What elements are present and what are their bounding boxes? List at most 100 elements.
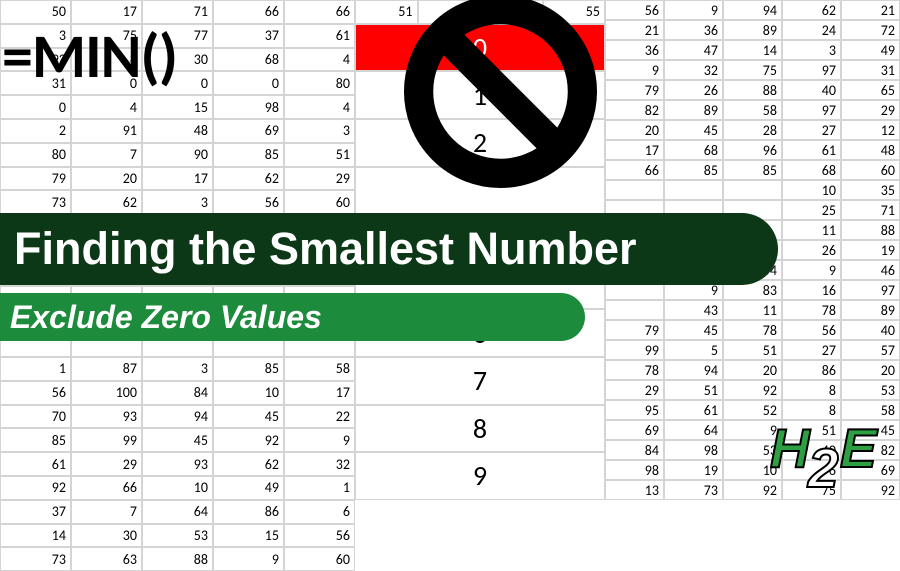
cell[interactable]: 7	[71, 500, 142, 524]
cell[interactable]: 61	[284, 24, 355, 48]
cell[interactable]: 75	[723, 60, 782, 80]
cell[interactable]: 70	[0, 405, 71, 429]
cell[interactable]: 66	[71, 476, 142, 500]
cell[interactable]: 56	[284, 524, 355, 548]
cell[interactable]: 21	[841, 0, 900, 20]
cell[interactable]: 17	[142, 167, 213, 191]
cell[interactable]: 40	[782, 80, 841, 100]
cell[interactable]: 79	[605, 320, 664, 340]
cell[interactable]: 40	[841, 320, 900, 340]
cell[interactable]: 82	[605, 100, 664, 120]
cell[interactable]: 11	[782, 220, 841, 240]
cell[interactable]: 16	[782, 280, 841, 300]
cell[interactable]: 29	[605, 380, 664, 400]
cell[interactable]: 56	[782, 320, 841, 340]
cell[interactable]: 26	[664, 80, 723, 100]
cell[interactable]: 58	[284, 357, 355, 381]
cell[interactable]: 10	[142, 476, 213, 500]
large-cell[interactable]: 8	[355, 405, 605, 453]
cell[interactable]: 9	[782, 260, 841, 280]
cell[interactable]: 68	[664, 140, 723, 160]
cell[interactable]: 97	[782, 60, 841, 80]
cell[interactable]: 9	[664, 0, 723, 20]
cell[interactable]: 66	[213, 0, 284, 24]
cell[interactable]: 53	[841, 380, 900, 400]
cell[interactable]: 0	[213, 71, 284, 95]
cell[interactable]: 53	[142, 524, 213, 548]
cell[interactable]: 100	[71, 381, 142, 405]
cell[interactable]: 89	[723, 20, 782, 40]
cell[interactable]	[723, 180, 782, 200]
cell[interactable]: 47	[664, 40, 723, 60]
cell[interactable]: 1	[0, 357, 71, 381]
cell[interactable]: 11	[723, 300, 782, 320]
cell[interactable]: 29	[71, 452, 142, 476]
cell[interactable]: 43	[664, 300, 723, 320]
cell[interactable]: 90	[142, 143, 213, 167]
cell[interactable]: 12	[841, 120, 900, 140]
cell[interactable]: 51	[664, 380, 723, 400]
cell[interactable]: 31	[841, 60, 900, 80]
cell[interactable]: 94	[723, 0, 782, 20]
cell[interactable]: 64	[664, 420, 723, 440]
cell[interactable]: 2	[0, 119, 71, 143]
cell[interactable]: 61	[782, 140, 841, 160]
cell[interactable]: 88	[723, 80, 782, 100]
cell[interactable]: 85	[0, 428, 71, 452]
cell[interactable]: 4	[284, 48, 355, 72]
cell[interactable]: 22	[284, 405, 355, 429]
large-cell[interactable]: 9	[355, 452, 605, 500]
cell[interactable]: 20	[841, 360, 900, 380]
cell[interactable]: 64	[142, 500, 213, 524]
cell[interactable]: 80	[284, 71, 355, 95]
cell[interactable]: 61	[664, 400, 723, 420]
cell[interactable]: 10	[782, 180, 841, 200]
cell[interactable]: 86	[782, 360, 841, 380]
cell[interactable]: 25	[782, 200, 841, 220]
cell[interactable]: 71	[841, 200, 900, 220]
cell[interactable]: 79	[0, 167, 71, 191]
cell[interactable]: 17	[284, 381, 355, 405]
cell[interactable]: 97	[782, 100, 841, 120]
cell[interactable]: 85	[664, 160, 723, 180]
cell[interactable]: 45	[664, 120, 723, 140]
cell[interactable]: 99	[71, 428, 142, 452]
cell[interactable]: 72	[841, 20, 900, 40]
cell[interactable]: 94	[664, 360, 723, 380]
cell[interactable]: 92	[723, 380, 782, 400]
cell[interactable]: 58	[723, 100, 782, 120]
cell[interactable]: 88	[142, 547, 213, 571]
cell[interactable]: 84	[142, 381, 213, 405]
cell[interactable]: 7	[71, 143, 142, 167]
cell[interactable]: 94	[142, 405, 213, 429]
cell[interactable]: 62	[213, 452, 284, 476]
cell[interactable]: 57	[841, 340, 900, 360]
cell[interactable]: 73	[664, 480, 723, 500]
cell[interactable]: 14	[0, 524, 71, 548]
cell[interactable]: 13	[605, 480, 664, 500]
cell[interactable]: 73	[0, 190, 71, 214]
cell[interactable]: 60	[841, 160, 900, 180]
cell[interactable]: 19	[841, 240, 900, 260]
cell[interactable]: 3	[284, 119, 355, 143]
cell[interactable]: 62	[782, 0, 841, 20]
cell[interactable]: 62	[213, 167, 284, 191]
cell[interactable]: 36	[605, 40, 664, 60]
cell[interactable]: 92	[213, 428, 284, 452]
cell[interactable]: 9	[213, 547, 284, 571]
cell[interactable]: 15	[142, 95, 213, 119]
cell[interactable]: 21	[605, 20, 664, 40]
large-cell[interactable]: 7	[355, 357, 605, 405]
cell[interactable]: 78	[605, 360, 664, 380]
cell[interactable]: 20	[605, 120, 664, 140]
cell[interactable]: 86	[213, 500, 284, 524]
cell[interactable]: 10	[213, 381, 284, 405]
cell[interactable]: 56	[213, 190, 284, 214]
cell[interactable]: 79	[605, 80, 664, 100]
cell[interactable]: 45	[213, 405, 284, 429]
cell[interactable]: 66	[284, 0, 355, 24]
cell[interactable]: 91	[71, 119, 142, 143]
cell[interactable]: 20	[71, 167, 142, 191]
cell[interactable]: 3	[142, 357, 213, 381]
cell[interactable]: 3	[782, 40, 841, 60]
